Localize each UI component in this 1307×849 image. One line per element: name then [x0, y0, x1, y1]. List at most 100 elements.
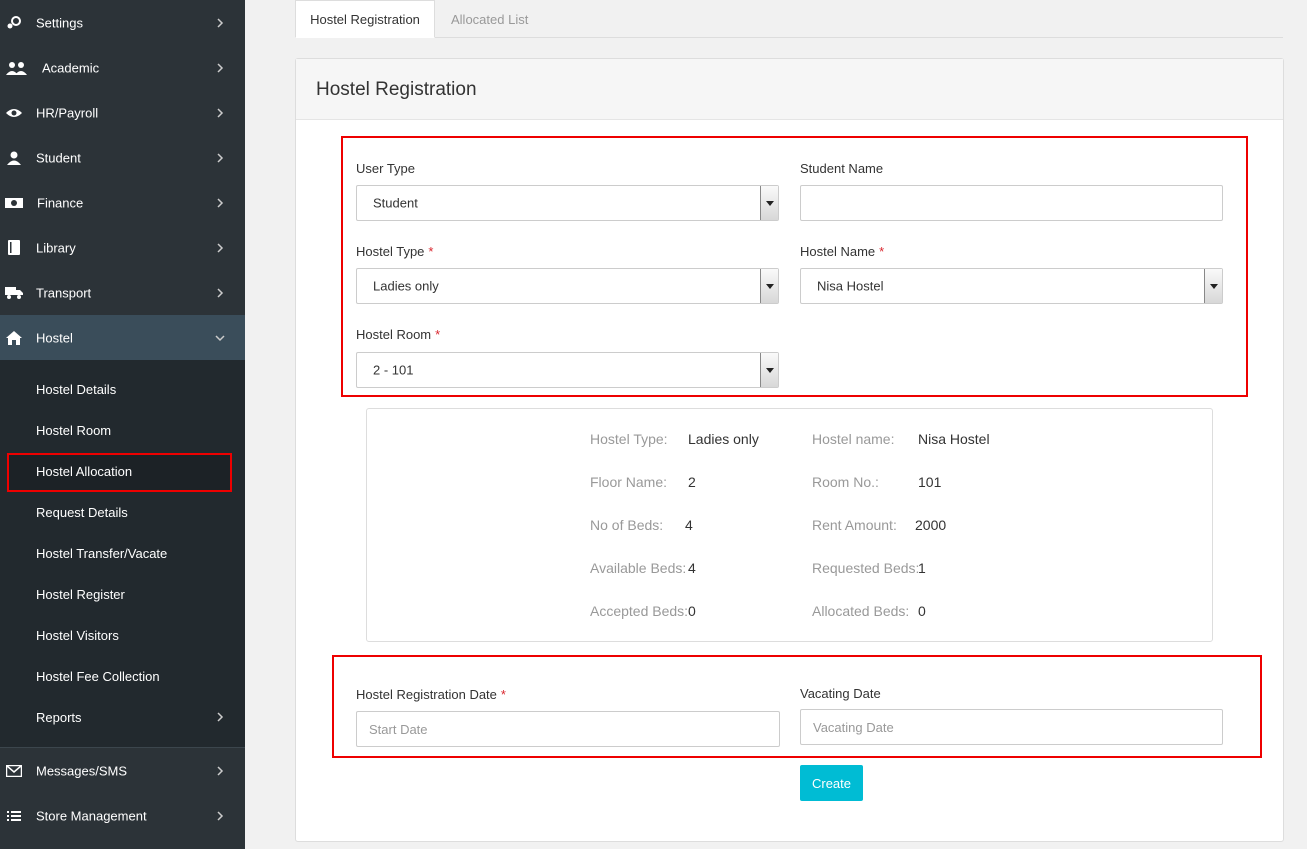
chevron-right-icon — [217, 152, 224, 163]
vacating-date-input[interactable] — [800, 709, 1223, 745]
info-allocated-key: Allocated Beds: — [812, 603, 910, 619]
hostel-name-select[interactable]: Nisa Hostel — [800, 268, 1223, 304]
create-button[interactable]: Create — [800, 765, 863, 801]
submenu-item-hostel-register[interactable]: Hostel Register — [36, 587, 125, 602]
sidebar-item-label: Academic — [42, 60, 100, 75]
dropdown-arrow-icon — [760, 269, 778, 303]
truck-icon — [5, 285, 23, 301]
sidebar-item-academic[interactable]: Academic — [0, 45, 245, 90]
sidebar-item-label: Settings — [36, 15, 83, 30]
sidebar-item-label: Student — [36, 150, 81, 165]
sidebar-item-finance[interactable]: Finance — [0, 180, 245, 225]
book-icon — [5, 240, 23, 256]
submenu-item-reports[interactable]: Reports — [36, 710, 82, 725]
chevron-right-icon — [217, 765, 224, 776]
list-icon — [5, 808, 23, 824]
submenu-item-hostel-fee-collection[interactable]: Hostel Fee Collection — [36, 669, 160, 684]
hostel-name-label: Hostel Name * — [800, 244, 884, 259]
hostel-type-select[interactable]: Ladies only — [356, 268, 779, 304]
info-hostel-name-value: Nisa Hostel — [918, 431, 990, 447]
panel-title: Hostel Registration — [316, 79, 477, 100]
sidebar-item-hr-payroll[interactable]: HR/Payroll — [0, 90, 245, 135]
chevron-down-icon — [215, 334, 225, 341]
hostel-room-label: Hostel Room * — [356, 327, 440, 342]
sidebar-item-student[interactable]: Student — [0, 135, 245, 180]
chevron-right-icon — [217, 17, 224, 28]
info-accepted-key: Accepted Beds: — [590, 603, 689, 619]
hostel-room-label-text: Hostel Room — [356, 327, 432, 342]
info-allocated-value: 0 — [918, 603, 926, 619]
sidebar-item-settings[interactable]: Settings — [0, 0, 245, 45]
required-mark: * — [435, 327, 441, 342]
info-room-value: 101 — [918, 474, 942, 490]
user-icon — [5, 150, 23, 166]
reg-date-label-text: Hostel Registration Date — [356, 687, 497, 702]
tab-hostel-registration[interactable]: Hostel Registration — [295, 0, 435, 38]
info-available-value: 4 — [688, 560, 696, 576]
info-rent-value: 2000 — [915, 517, 947, 533]
vacate-date-label: Vacating Date — [800, 686, 881, 701]
required-mark: * — [500, 687, 506, 702]
gears-icon — [5, 15, 23, 31]
chevron-right-icon — [217, 712, 224, 722]
hostel-room-value: 2 - 101 — [373, 362, 414, 378]
sidebar-item-label: Store Management — [36, 808, 147, 823]
info-beds-value: 4 — [685, 517, 693, 533]
user-type-label: User Type — [356, 161, 416, 176]
dropdown-arrow-icon — [760, 186, 778, 220]
envelope-icon — [5, 763, 23, 779]
users-icon — [5, 60, 29, 76]
info-hostel-name-key: Hostel name: — [812, 431, 895, 447]
sidebar-item-store-management[interactable]: Store Management — [0, 793, 245, 838]
info-hostel-type-value: Ladies only — [688, 431, 759, 447]
tab-allocated-list[interactable]: Allocated List — [451, 0, 528, 38]
user-type-value: Student — [373, 195, 418, 211]
tab-bar: Hostel Registration Allocated List — [295, 0, 1283, 38]
hostel-name-label-text: Hostel Name — [800, 244, 876, 259]
info-floor-key: Floor Name: — [590, 474, 668, 490]
sidebar-item-label: HR/Payroll — [36, 105, 99, 120]
info-requested-value: 1 — [918, 560, 926, 576]
sidebar-item-messages-sms[interactable]: Messages/SMS — [0, 748, 245, 793]
info-available-key: Available Beds: — [590, 560, 687, 576]
sidebar-item-label: Finance — [37, 195, 84, 210]
info-room-key: Room No.: — [812, 474, 879, 490]
info-beds-key: No of Beds: — [590, 517, 664, 533]
room-info-box — [366, 408, 1213, 642]
required-mark: * — [428, 244, 434, 259]
sidebar-item-hostel[interactable]: Hostel — [0, 315, 245, 360]
submenu-item-hostel-room[interactable]: Hostel Room — [36, 423, 111, 438]
eye-icon — [5, 105, 23, 121]
registration-date-input[interactable] — [356, 711, 780, 747]
chevron-right-icon — [217, 197, 224, 208]
sidebar-item-label: Transport — [36, 285, 92, 300]
student-name-label: Student Name — [800, 161, 884, 176]
submenu-item-hostel-allocation[interactable]: Hostel Allocation — [36, 464, 132, 479]
student-name-input[interactable] — [800, 185, 1223, 221]
sidebar-item-transport[interactable]: Transport — [0, 270, 245, 315]
hostel-type-label: Hostel Type * — [356, 244, 433, 259]
submenu-item-hostel-transfer-vacate[interactable]: Hostel Transfer/Vacate — [36, 546, 167, 561]
info-rent-key: Rent Amount: — [812, 517, 897, 533]
chevron-right-icon — [217, 810, 224, 821]
hostel-name-value: Nisa Hostel — [817, 278, 884, 294]
hostel-type-value: Ladies only — [373, 278, 439, 294]
money-icon — [5, 195, 23, 211]
panel-header: Hostel Registration — [296, 59, 1283, 120]
required-mark: * — [879, 244, 885, 259]
submenu-item-hostel-details[interactable]: Hostel Details — [36, 382, 116, 397]
user-type-select[interactable]: Student — [356, 185, 779, 221]
submenu-item-hostel-visitors[interactable]: Hostel Visitors — [36, 628, 119, 643]
dropdown-arrow-icon — [1204, 269, 1222, 303]
reg-date-label: Hostel Registration Date * — [356, 687, 506, 702]
chevron-right-icon — [217, 242, 224, 253]
info-floor-value: 2 — [688, 474, 696, 490]
sidebar-item-library[interactable]: Library — [0, 225, 245, 270]
sidebar-item-label: Hostel — [36, 330, 73, 345]
info-accepted-value: 0 — [688, 603, 696, 619]
submenu-item-request-details[interactable]: Request Details — [36, 505, 128, 520]
sidebar-item-label: Messages/SMS — [36, 763, 128, 778]
hostel-room-select[interactable]: 2 - 101 — [356, 352, 779, 388]
sidebar: Settings Academic HR/Payroll Student Fin… — [0, 0, 245, 849]
info-requested-key: Requested Beds: — [812, 560, 920, 576]
